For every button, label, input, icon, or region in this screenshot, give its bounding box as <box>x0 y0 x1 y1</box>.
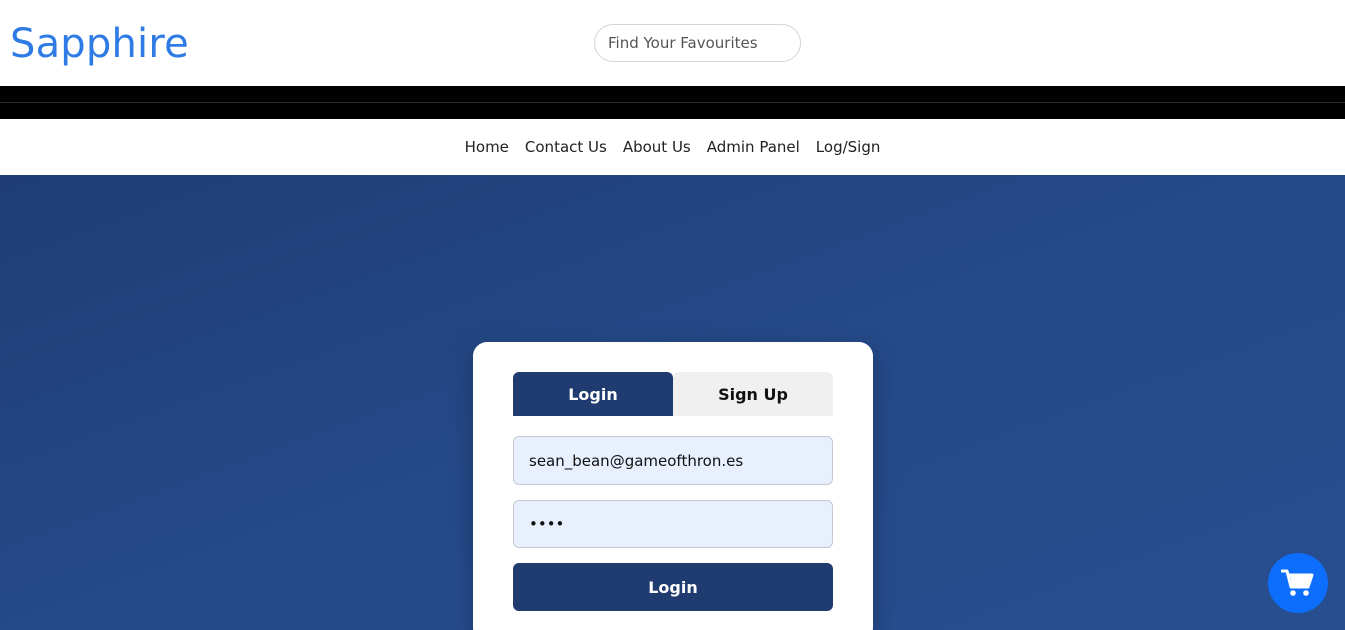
site-header: Sapphire <box>0 0 1345 86</box>
shopping-cart-icon <box>1281 569 1314 596</box>
header-divider-bar <box>0 86 1345 119</box>
auth-card: Login Sign Up Login <box>473 342 873 630</box>
tab-sign-up[interactable]: Sign Up <box>673 372 833 416</box>
nav-contact-us[interactable]: Contact Us <box>525 119 607 175</box>
auth-tabs: Login Sign Up <box>513 372 833 416</box>
search-input[interactable] <box>594 24 801 62</box>
divider-line <box>0 102 1345 103</box>
nav-home[interactable]: Home <box>465 119 509 175</box>
nav-about-us[interactable]: About Us <box>623 119 691 175</box>
cart-button[interactable] <box>1268 553 1328 613</box>
nav-admin-panel[interactable]: Admin Panel <box>707 119 800 175</box>
nav-log-sign[interactable]: Log/Sign <box>816 119 881 175</box>
email-field[interactable] <box>513 436 833 485</box>
tab-login[interactable]: Login <box>513 372 673 416</box>
brand-logo[interactable]: Sapphire <box>10 20 189 68</box>
main-nav: Home Contact Us About Us Admin Panel Log… <box>0 119 1345 175</box>
password-field[interactable] <box>513 500 833 548</box>
login-button[interactable]: Login <box>513 563 833 611</box>
